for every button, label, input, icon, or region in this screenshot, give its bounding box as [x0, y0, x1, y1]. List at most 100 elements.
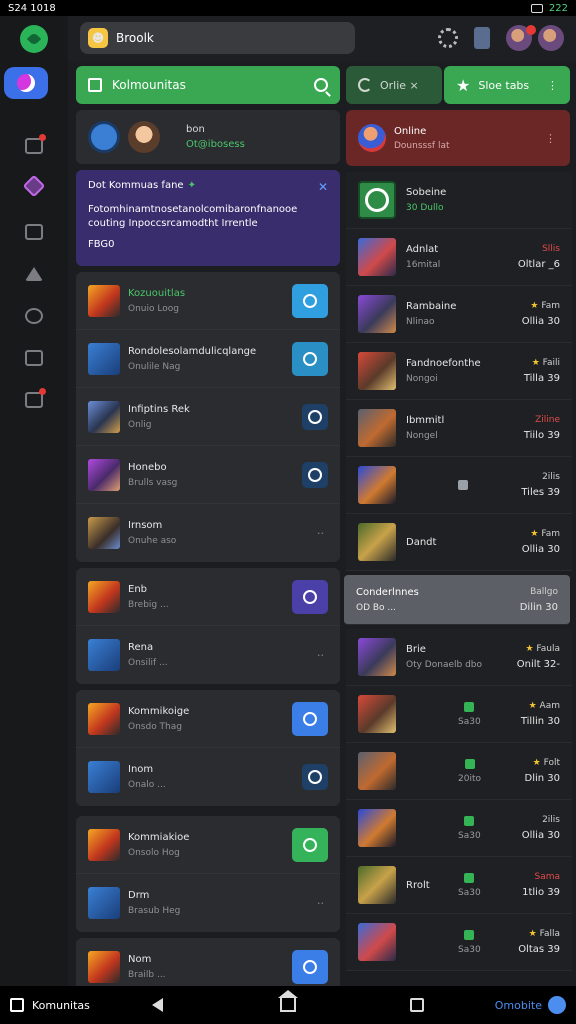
- rail-active-communities-icon[interactable]: [4, 67, 48, 99]
- featured-game-icon: [358, 181, 396, 219]
- back-icon[interactable]: [152, 998, 163, 1012]
- home-icon[interactable]: [278, 990, 298, 1012]
- rail-upload-icon[interactable]: [22, 262, 46, 286]
- list-item[interactable]: Kommikoige Onsdo Thag: [76, 690, 340, 748]
- game-rating-label: 2ilis: [542, 472, 560, 482]
- avatar: [358, 124, 386, 152]
- game-meta: Sa30: [458, 716, 481, 727]
- community-thumbnail: [88, 702, 120, 735]
- tab-online[interactable]: Orlie ×: [346, 66, 442, 104]
- compass-icon: [88, 121, 120, 153]
- open-community-button[interactable]: [292, 283, 328, 318]
- avatar: [128, 121, 160, 153]
- profile-line2: Ot@ibosess: [186, 139, 245, 150]
- more-icon[interactable]: ··: [317, 649, 324, 662]
- rail-folder-icon[interactable]: [22, 220, 46, 244]
- game-thumbnail: [358, 638, 396, 676]
- more-icon[interactable]: ⋮: [547, 79, 558, 92]
- community-thumbnail: [88, 639, 120, 671]
- app-switch[interactable]: Komunitas: [10, 998, 90, 1012]
- rail-layout-icon[interactable]: [22, 346, 46, 370]
- game-price: Ollia 30: [521, 316, 560, 327]
- game-thumbnail: [358, 523, 396, 561]
- phone-icon[interactable]: [474, 27, 490, 49]
- game-subtitle: Nongoi: [406, 374, 438, 384]
- selected-list-item[interactable]: Conderlnnes OD Bo ... Ballgo Dilin 30: [344, 575, 570, 625]
- search-icon[interactable]: [314, 78, 328, 92]
- tab-store[interactable]: ★ Sloe tabs ⋮: [444, 66, 570, 104]
- more-icon[interactable]: ⋮: [545, 132, 556, 145]
- list-item[interactable]: Rrolt Sa30 Sama 1tlio 39: [346, 857, 572, 914]
- list-item[interactable]: Irnsom Onuhe aso ··: [76, 504, 340, 562]
- search-box[interactable]: ☻ Broolk: [80, 22, 355, 54]
- list-item[interactable]: Brie Oty Donaelb dbo ★ Faula Onilt 32-: [346, 629, 572, 686]
- avatar-secondary[interactable]: [538, 25, 564, 51]
- community-thumbnail: [88, 517, 120, 549]
- list-item[interactable]: Honebo Brulls vasg: [76, 446, 340, 504]
- community-thumbnail: [88, 887, 120, 919]
- status-time: S24 1018: [8, 2, 56, 14]
- game-thumbnail: [358, 752, 396, 790]
- online-alert-card[interactable]: Online Dounsssf lat ⋮: [346, 110, 570, 166]
- rail-explore-icon[interactable]: [22, 174, 46, 198]
- chat-icon: [308, 409, 322, 424]
- assistant-icon: [548, 996, 566, 1014]
- list-item[interactable]: Sa30 ★ Aam Tillin 30: [346, 686, 572, 743]
- list-item[interactable]: Adnlat 16mital Sllis Oltlar _6: [346, 229, 572, 286]
- open-community-button[interactable]: [292, 579, 328, 614]
- rail-chat-icon[interactable]: [22, 388, 46, 412]
- list-item[interactable]: 20ito ★ Folt Dlin 30: [346, 743, 572, 800]
- open-community-button[interactable]: [302, 461, 328, 488]
- list-item[interactable]: Rondolesolamdulicqlange Onulile Nag: [76, 330, 340, 388]
- game-rating-label: Folt: [543, 758, 560, 768]
- game-thumbnail: [358, 295, 396, 333]
- announcement-banner[interactable]: Dot Kommuas fane ✦ ✕ Fotomhinamtnosetanol…: [76, 170, 340, 266]
- open-community-button[interactable]: [292, 341, 328, 376]
- list-item[interactable]: Inom Onalo ...: [76, 748, 340, 806]
- list-item[interactable]: Sa30 2ilis Ollia 30: [346, 800, 572, 857]
- community-title: Irnsom: [128, 520, 163, 531]
- game-subtitle: Nongel: [406, 431, 438, 441]
- app-logo-icon[interactable]: [20, 25, 48, 53]
- open-community-button[interactable]: [292, 827, 328, 862]
- list-item[interactable]: Ibmmitl Nongel Ziline Tiilo 39: [346, 400, 572, 457]
- recent-apps-icon[interactable]: [410, 998, 424, 1012]
- list-item[interactable]: 2ilis Tiles 39: [346, 457, 572, 514]
- open-community-button[interactable]: [302, 403, 328, 430]
- bottom-right-action[interactable]: Omobite: [495, 996, 566, 1014]
- more-icon[interactable]: ··: [317, 897, 324, 910]
- list-item[interactable]: Sa30 ★ Falla Oltas 39: [346, 914, 572, 971]
- open-community-button[interactable]: [292, 701, 328, 736]
- list-item[interactable]: Rena Onsilif ... ··: [76, 626, 340, 684]
- game-title: Conderlnnes: [356, 586, 419, 598]
- rail-inbox-icon[interactable]: [22, 134, 46, 158]
- open-community-button[interactable]: [292, 950, 328, 984]
- list-item[interactable]: Kozuouitlas Onuio Loog: [76, 272, 340, 330]
- community-title: Infiptins Rek: [128, 403, 190, 415]
- status-icon: [464, 701, 475, 712]
- community-thumbnail: [88, 400, 120, 433]
- rail-settings-icon[interactable]: [22, 304, 46, 328]
- close-icon[interactable]: ✕: [318, 180, 328, 194]
- chat-icon: [303, 960, 317, 974]
- profile-card[interactable]: bon Ot@ibosess: [76, 110, 340, 164]
- game-price: 1tlio 39: [522, 887, 560, 898]
- list-item[interactable]: Drm Brasub Heg ··: [76, 874, 340, 932]
- list-item[interactable]: Fandnoefonthe Nongoi ★ Faili Tilla 39: [346, 343, 572, 400]
- list-item[interactable]: Sobeine 30 Dullo: [346, 172, 572, 229]
- game-price: Oltas 39: [518, 944, 560, 955]
- list-item[interactable]: Dandt ★ Fam Ollia 30: [346, 514, 572, 571]
- list-item[interactable]: Rambaine Nlinao ★ Fam Ollia 30: [346, 286, 572, 343]
- list-item[interactable]: Infiptins Rek Onlig: [76, 388, 340, 446]
- more-icon[interactable]: ··: [317, 527, 324, 540]
- game-price: Ollia 30: [521, 830, 560, 841]
- list-item[interactable]: Enb Brebig ...: [76, 568, 340, 626]
- list-item[interactable]: Kommiakioe Onsolo Hog: [76, 816, 340, 874]
- communities-header[interactable]: Kolmounitas: [76, 66, 340, 104]
- community-group-1: Kozuouitlas Onuio Loog Rondolesolamdulicql…: [76, 272, 340, 562]
- gear-icon[interactable]: [438, 28, 458, 48]
- status-icon: [458, 480, 468, 490]
- open-community-button[interactable]: [302, 764, 328, 790]
- game-price: Oltlar _6: [517, 259, 560, 270]
- chat-icon: [303, 293, 317, 308]
